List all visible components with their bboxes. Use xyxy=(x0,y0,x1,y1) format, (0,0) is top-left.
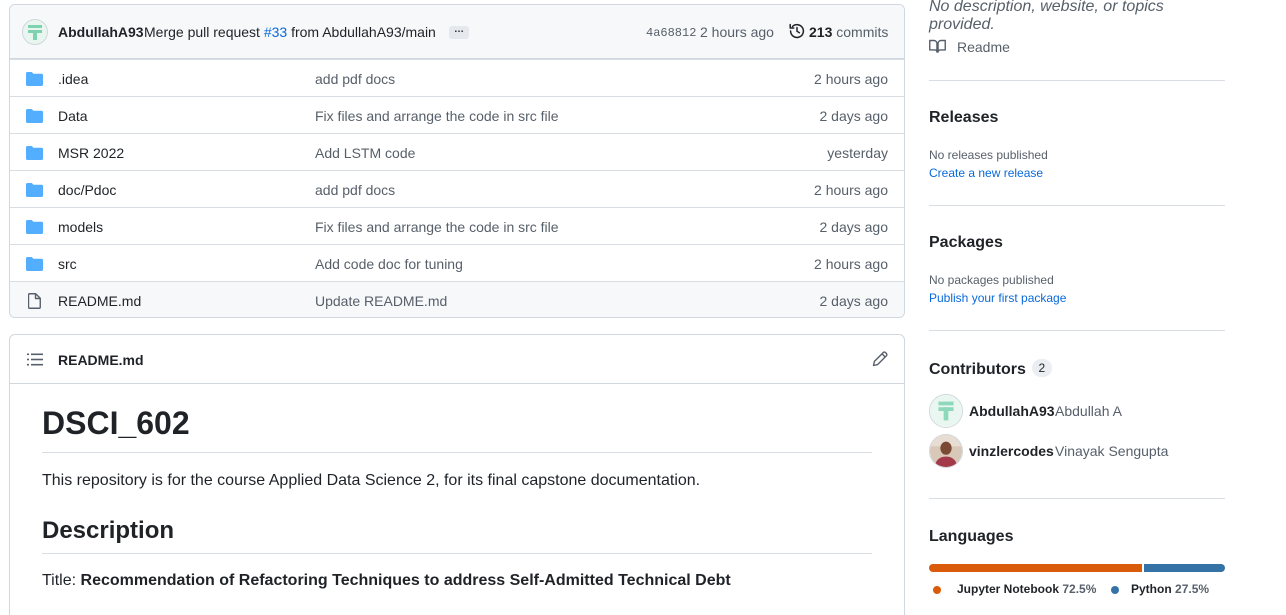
divider xyxy=(929,498,1225,499)
contributors-heading[interactable]: Contributors 2 xyxy=(929,359,1052,379)
packages-heading[interactable]: Packages xyxy=(929,234,1003,252)
file-commit-message-link[interactable]: Add LSTM code xyxy=(315,145,415,161)
create-release-link[interactable]: Create a new release xyxy=(929,166,1043,180)
pencil-icon[interactable] xyxy=(872,351,888,367)
description-heading: Description xyxy=(42,517,872,554)
language-color-dot xyxy=(1111,586,1119,594)
divider xyxy=(929,205,1225,206)
language-name: Jupyter Notebook xyxy=(957,582,1060,596)
commit-message-prefix: Merge pull request xyxy=(144,24,260,40)
readme-intro: This repository is for the course Applie… xyxy=(42,471,701,489)
commits-link[interactable]: 213 commits xyxy=(809,24,888,40)
readme-sidebar-label: Readme xyxy=(957,39,1010,55)
commit-author-link[interactable]: AbdullahA93 xyxy=(58,24,144,40)
readme-panel: README.md DSCI_602 This repository is fo… xyxy=(9,334,905,615)
commit-sha-link[interactable]: 4a68812 xyxy=(646,26,696,40)
author-avatar[interactable] xyxy=(22,19,48,45)
contributor-item[interactable]: vinzlercodes Vinayak Sengupta xyxy=(929,434,1225,468)
file-name-link[interactable]: doc/Pdoc xyxy=(58,182,116,198)
commits-label: commits xyxy=(836,24,889,40)
pull-request-link[interactable]: #33 xyxy=(264,24,287,40)
file-row[interactable]: README.md Update README.md 2 days ago xyxy=(10,281,904,317)
project-title-line: Title: Recommendation of Refactoring Tec… xyxy=(42,572,872,590)
contributor-login[interactable]: vinzlercodes xyxy=(969,443,1054,459)
file-row[interactable]: src Add code doc for tuning 2 hours ago xyxy=(10,244,904,281)
file-age: 2 days ago xyxy=(819,108,889,124)
file-name-link[interactable]: MSR 2022 xyxy=(58,145,124,161)
file-commit-message-link[interactable]: Add code doc for tuning xyxy=(315,256,463,272)
file-age: yesterday xyxy=(827,145,888,161)
contributors-title: Contributors xyxy=(929,361,1026,378)
file-row[interactable]: .idea add pdf docs 2 hours ago xyxy=(10,59,904,96)
contributor-name: Vinayak Sengupta xyxy=(1055,443,1169,459)
commit-message: Merge pull request #33 from AbdullahA93/… xyxy=(144,24,436,40)
contributor-login[interactable]: AbdullahA93 xyxy=(969,403,1055,419)
file-age: 2 hours ago xyxy=(814,256,888,272)
title-prefix: Title: xyxy=(42,571,77,589)
language-segment-python[interactable] xyxy=(1144,564,1225,572)
readme-content: DSCI_602 This repository is for the cour… xyxy=(42,385,872,590)
file-row[interactable]: doc/Pdoc add pdf docs 2 hours ago xyxy=(10,170,904,207)
folder-icon xyxy=(26,257,43,271)
table-of-contents-icon[interactable] xyxy=(27,353,43,366)
file-commit-message-link[interactable]: Fix files and arrange the code in src fi… xyxy=(315,108,559,124)
language-bar xyxy=(929,564,1225,572)
folder-icon xyxy=(26,220,43,234)
divider xyxy=(929,80,1225,81)
readme-heading: DSCI_602 xyxy=(42,405,872,453)
book-icon xyxy=(929,39,946,53)
expand-commit-button[interactable]: … xyxy=(449,25,469,39)
file-name-link[interactable]: README.md xyxy=(58,293,141,309)
folder-icon xyxy=(26,183,43,197)
contributor-item[interactable]: AbdullahA93 Abdullah A xyxy=(929,394,1225,428)
file-commit-message-link[interactable]: Fix files and arrange the code in src fi… xyxy=(315,219,559,235)
file-icon xyxy=(28,293,41,309)
file-row[interactable]: Data Fix files and arrange the code in s… xyxy=(10,96,904,133)
language-percent: 27.5% xyxy=(1175,582,1210,596)
commit-time: 2 hours ago xyxy=(700,24,774,40)
contributor-avatar[interactable] xyxy=(929,394,963,428)
folder-icon xyxy=(26,109,43,123)
project-title: Recommendation of Refactoring Techniques… xyxy=(80,571,731,589)
publish-package-link[interactable]: Publish your first package xyxy=(929,291,1066,305)
history-icon[interactable] xyxy=(789,23,805,39)
readme-header: README.md xyxy=(10,335,904,384)
readme-file-link[interactable]: README.md xyxy=(58,352,144,368)
contributor-avatar[interactable] xyxy=(929,434,963,468)
folder-icon xyxy=(26,146,43,160)
file-age: 2 days ago xyxy=(819,219,889,235)
about-description: No description, website, or topics provi… xyxy=(929,0,1164,33)
folder-icon xyxy=(26,72,43,86)
languages-heading: Languages xyxy=(929,528,1014,545)
file-age: 2 days ago xyxy=(819,293,889,309)
commit-message-suffix: from AbdullahA93/main xyxy=(291,24,436,40)
language-percent: 72.5% xyxy=(1062,582,1097,596)
file-age: 2 hours ago xyxy=(814,182,888,198)
file-age: 2 hours ago xyxy=(814,71,888,87)
file-row[interactable]: MSR 2022 Add LSTM code yesterday xyxy=(10,133,904,170)
contributors-count-badge: 2 xyxy=(1031,359,1052,377)
file-browser: AbdullahA93 Merge pull request #33 from … xyxy=(9,4,905,318)
no-releases-text: No releases published xyxy=(929,148,1048,162)
file-row[interactable]: models Fix files and arrange the code in… xyxy=(10,207,904,244)
divider xyxy=(929,330,1225,331)
file-name-link[interactable]: models xyxy=(58,219,103,235)
file-name-link[interactable]: Data xyxy=(58,108,88,124)
file-commit-message-link[interactable]: add pdf docs xyxy=(315,71,395,87)
file-name-link[interactable]: src xyxy=(58,256,77,272)
no-packages-text: No packages published xyxy=(929,273,1054,287)
file-commit-message-link[interactable]: Update README.md xyxy=(315,293,447,309)
releases-heading[interactable]: Releases xyxy=(929,109,998,127)
latest-commit-bar: AbdullahA93 Merge pull request #33 from … xyxy=(10,5,904,59)
file-commit-message-link[interactable]: add pdf docs xyxy=(315,182,395,198)
commit-count: 213 xyxy=(809,24,833,40)
language-segment-jupyter[interactable] xyxy=(929,564,1143,572)
file-name-link[interactable]: .idea xyxy=(58,71,88,87)
contributor-name: Abdullah A xyxy=(1055,403,1122,419)
language-color-dot xyxy=(933,586,941,594)
language-name: Python xyxy=(1131,582,1172,596)
